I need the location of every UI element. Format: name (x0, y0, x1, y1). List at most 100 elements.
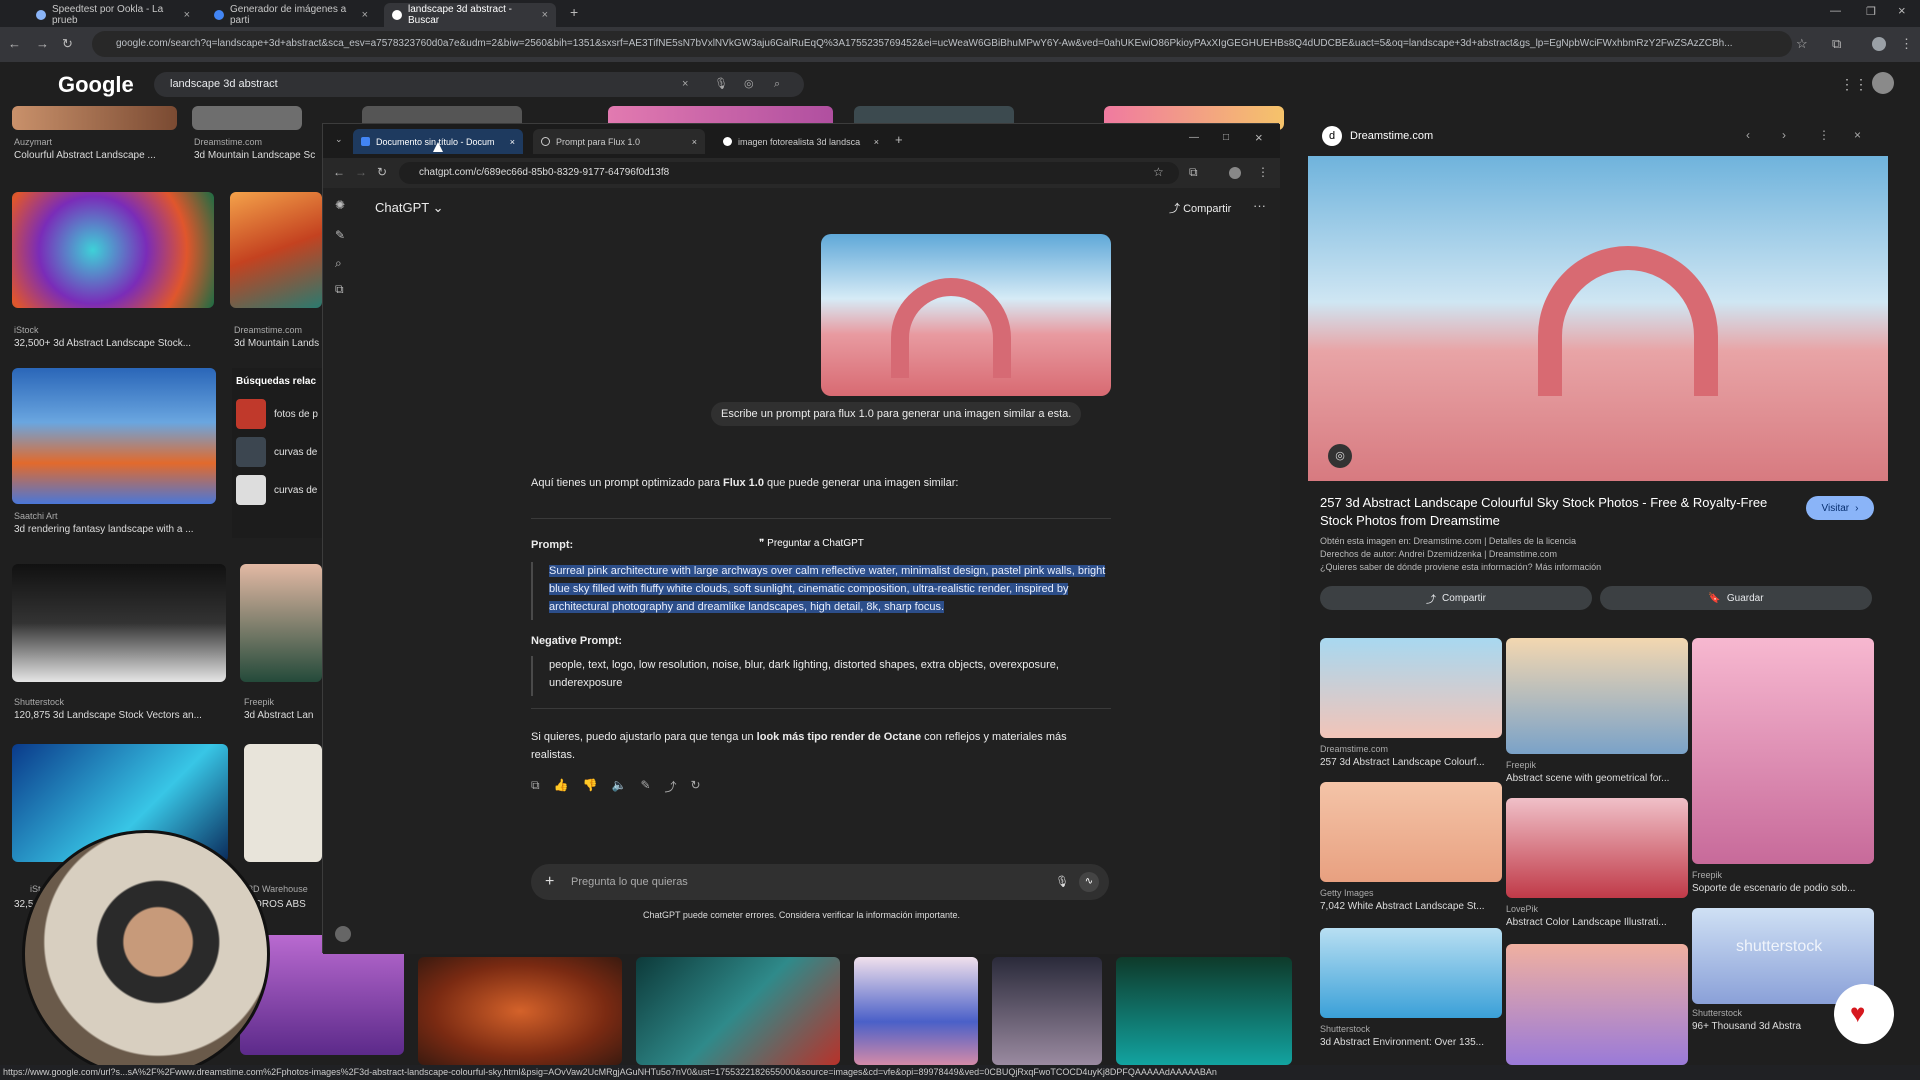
result-image[interactable] (12, 106, 177, 130)
mic-icon[interactable]: 🎙 (714, 72, 728, 97)
related-image[interactable] (1320, 638, 1502, 738)
forward-arrow-icon[interactable]: → (355, 165, 367, 179)
plus-icon[interactable]: + (545, 864, 554, 900)
search-input[interactable]: landscape 3d abstract × 🎙 ◎ ⌕ (154, 72, 804, 97)
preview-info-more[interactable]: ¿Quieres saber de dónde proviene esta in… (1320, 562, 1601, 572)
result-image[interactable] (854, 957, 978, 1065)
tab-generator[interactable]: Generador de imágenes a parti × (206, 3, 376, 27)
ask-chatgpt-button[interactable]: ❞ Preguntar a ChatGPT (759, 538, 864, 549)
apps-grid-icon[interactable]: ⋮⋮ (1840, 76, 1868, 93)
result-title[interactable]: 32,500+ 3d Abstract Landscape Stock... (14, 338, 214, 349)
related-image[interactable] (1692, 638, 1874, 864)
forward-arrow-icon[interactable]: → (36, 36, 49, 51)
tab-imagen[interactable]: imagen fotorealista 3d landsca × (715, 129, 887, 154)
prompt-text-selection[interactable]: Surreal pink architecture with large arc… (549, 565, 1106, 613)
back-arrow-icon[interactable]: ← (8, 36, 21, 51)
preview-title[interactable]: 257 3d Abstract Landscape Colourful Sky … (1320, 494, 1790, 530)
more-options-icon[interactable]: ··· (1253, 198, 1266, 213)
chat-input[interactable]: + Pregunta lo que quieras 🎙 ∿ (531, 864, 1109, 900)
share-icon[interactable]: ⤴ (665, 778, 677, 795)
like-icon[interactable]: 👍 (554, 778, 569, 795)
related-item[interactable]: curvas de (232, 433, 322, 471)
openai-logo-icon[interactable]: ✺ (335, 198, 345, 212)
refresh-icon[interactable]: ↻ (691, 778, 701, 795)
new-tab-button[interactable]: + (895, 132, 903, 147)
result-image[interactable] (192, 106, 302, 130)
share-button[interactable]: ⤴ Compartir (1320, 586, 1592, 610)
search-icon[interactable]: ⌕ (774, 72, 780, 97)
related-title[interactable]: 257 3d Abstract Landscape Colourf... (1320, 757, 1502, 768)
close-window-button[interactable]: × (1898, 3, 1906, 18)
result-title[interactable]: 3d Mountain Lands (234, 338, 322, 349)
edit-icon[interactable]: ✎ (640, 778, 650, 795)
back-arrow-icon[interactable]: ← (333, 165, 345, 179)
visit-button[interactable]: Visitar › (1806, 496, 1874, 520)
result-title[interactable]: 3d rendering fantasy landscape with a ..… (14, 524, 224, 535)
related-image[interactable] (1320, 928, 1502, 1018)
prev-arrow-icon[interactable]: ‹ (1746, 128, 1750, 142)
url-field[interactable]: chatgpt.com/c/689ec66d-85b0-8329-9177-64… (399, 162, 1179, 184)
minimize-button[interactable]: — (1189, 132, 1199, 143)
result-title[interactable]: 3d Abstract Lan (244, 710, 322, 721)
star-icon[interactable]: ☆ (1153, 165, 1164, 179)
close-window-button[interactable]: × (1255, 130, 1263, 145)
result-image[interactable] (992, 957, 1102, 1065)
close-icon[interactable]: × (184, 9, 190, 21)
close-icon[interactable]: × (682, 72, 688, 97)
related-image[interactable] (1506, 798, 1688, 898)
dislike-icon[interactable]: 👎 (583, 778, 598, 795)
minimize-button[interactable]: — (1830, 5, 1841, 17)
result-title[interactable]: 3d Mountain Landscape Sc (194, 150, 320, 161)
more-options-icon[interactable]: ⋮ (1818, 128, 1830, 142)
camera-icon[interactable]: ◎ (744, 72, 754, 97)
menu-dots-icon[interactable]: ⋮ (1900, 36, 1913, 52)
mic-icon[interactable]: 🎙 (1055, 864, 1069, 900)
close-icon[interactable]: × (1854, 128, 1861, 142)
profile-avatar[interactable] (1872, 37, 1886, 51)
search-icon[interactable]: ⌕ (335, 256, 342, 271)
reload-icon[interactable]: ↻ (62, 36, 73, 52)
related-title[interactable]: 7,042 White Abstract Landscape St... (1320, 901, 1502, 912)
close-icon[interactable]: × (542, 9, 548, 21)
close-icon[interactable]: × (874, 137, 879, 147)
menu-dots-icon[interactable]: ⋮ (1257, 165, 1269, 179)
new-tab-button[interactable]: + (570, 4, 578, 20)
library-icon[interactable]: ⧉ (335, 282, 344, 297)
close-icon[interactable]: × (510, 137, 515, 147)
account-avatar[interactable] (1872, 72, 1894, 94)
reload-icon[interactable]: ↻ (377, 165, 387, 179)
lens-icon[interactable]: ◎ (1328, 444, 1352, 468)
result-image[interactable] (418, 957, 622, 1065)
save-button[interactable]: 🔖 Guardar (1600, 586, 1872, 610)
close-icon[interactable]: × (692, 137, 697, 147)
profile-avatar[interactable] (1229, 167, 1241, 179)
related-title[interactable]: Abstract scene with geometrical for... (1506, 773, 1688, 784)
preview-source[interactable]: d Dreamstime.com (1322, 126, 1433, 146)
next-arrow-icon[interactable]: › (1782, 128, 1786, 142)
result-image[interactable] (12, 368, 216, 504)
google-logo[interactable]: Google (58, 72, 134, 98)
result-image[interactable] (240, 564, 322, 682)
uploaded-image[interactable] (821, 234, 1111, 396)
model-selector[interactable]: ChatGPT ⌄ (375, 200, 443, 216)
related-item[interactable]: fotos de p (232, 395, 322, 433)
related-title[interactable]: Abstract Color Landscape Illustrati... (1506, 917, 1688, 928)
result-title[interactable]: 120,875 3d Landscape Stock Vectors an... (14, 710, 224, 721)
speaker-icon[interactable]: 🔈 (611, 778, 626, 795)
tab-speedtest[interactable]: Speedtest por Ookla - La prueb × (28, 3, 198, 27)
result-image[interactable] (636, 957, 840, 1065)
maximize-button[interactable]: □ (1223, 132, 1229, 143)
preview-image[interactable]: ◎ (1308, 156, 1888, 481)
result-image[interactable] (1116, 957, 1292, 1065)
tab-prompt-flux[interactable]: Prompt para Flux 1.0 × (533, 129, 705, 154)
result-title[interactable]: Colourful Abstract Landscape ... (14, 150, 184, 161)
star-icon[interactable]: ☆ (1796, 36, 1808, 52)
related-title[interactable]: Soporte de escenario de podio sob... (1692, 883, 1874, 894)
voice-mode-icon[interactable]: ∿ (1079, 872, 1099, 892)
close-icon[interactable]: × (362, 9, 368, 21)
related-image[interactable] (1320, 782, 1502, 882)
share-button[interactable]: ⤴ Compartir (1169, 200, 1231, 216)
pencil-icon[interactable]: ✎ (335, 228, 345, 242)
copy-icon[interactable]: ⧉ (531, 778, 540, 795)
extensions-icon[interactable]: ⧉ (1832, 36, 1841, 52)
